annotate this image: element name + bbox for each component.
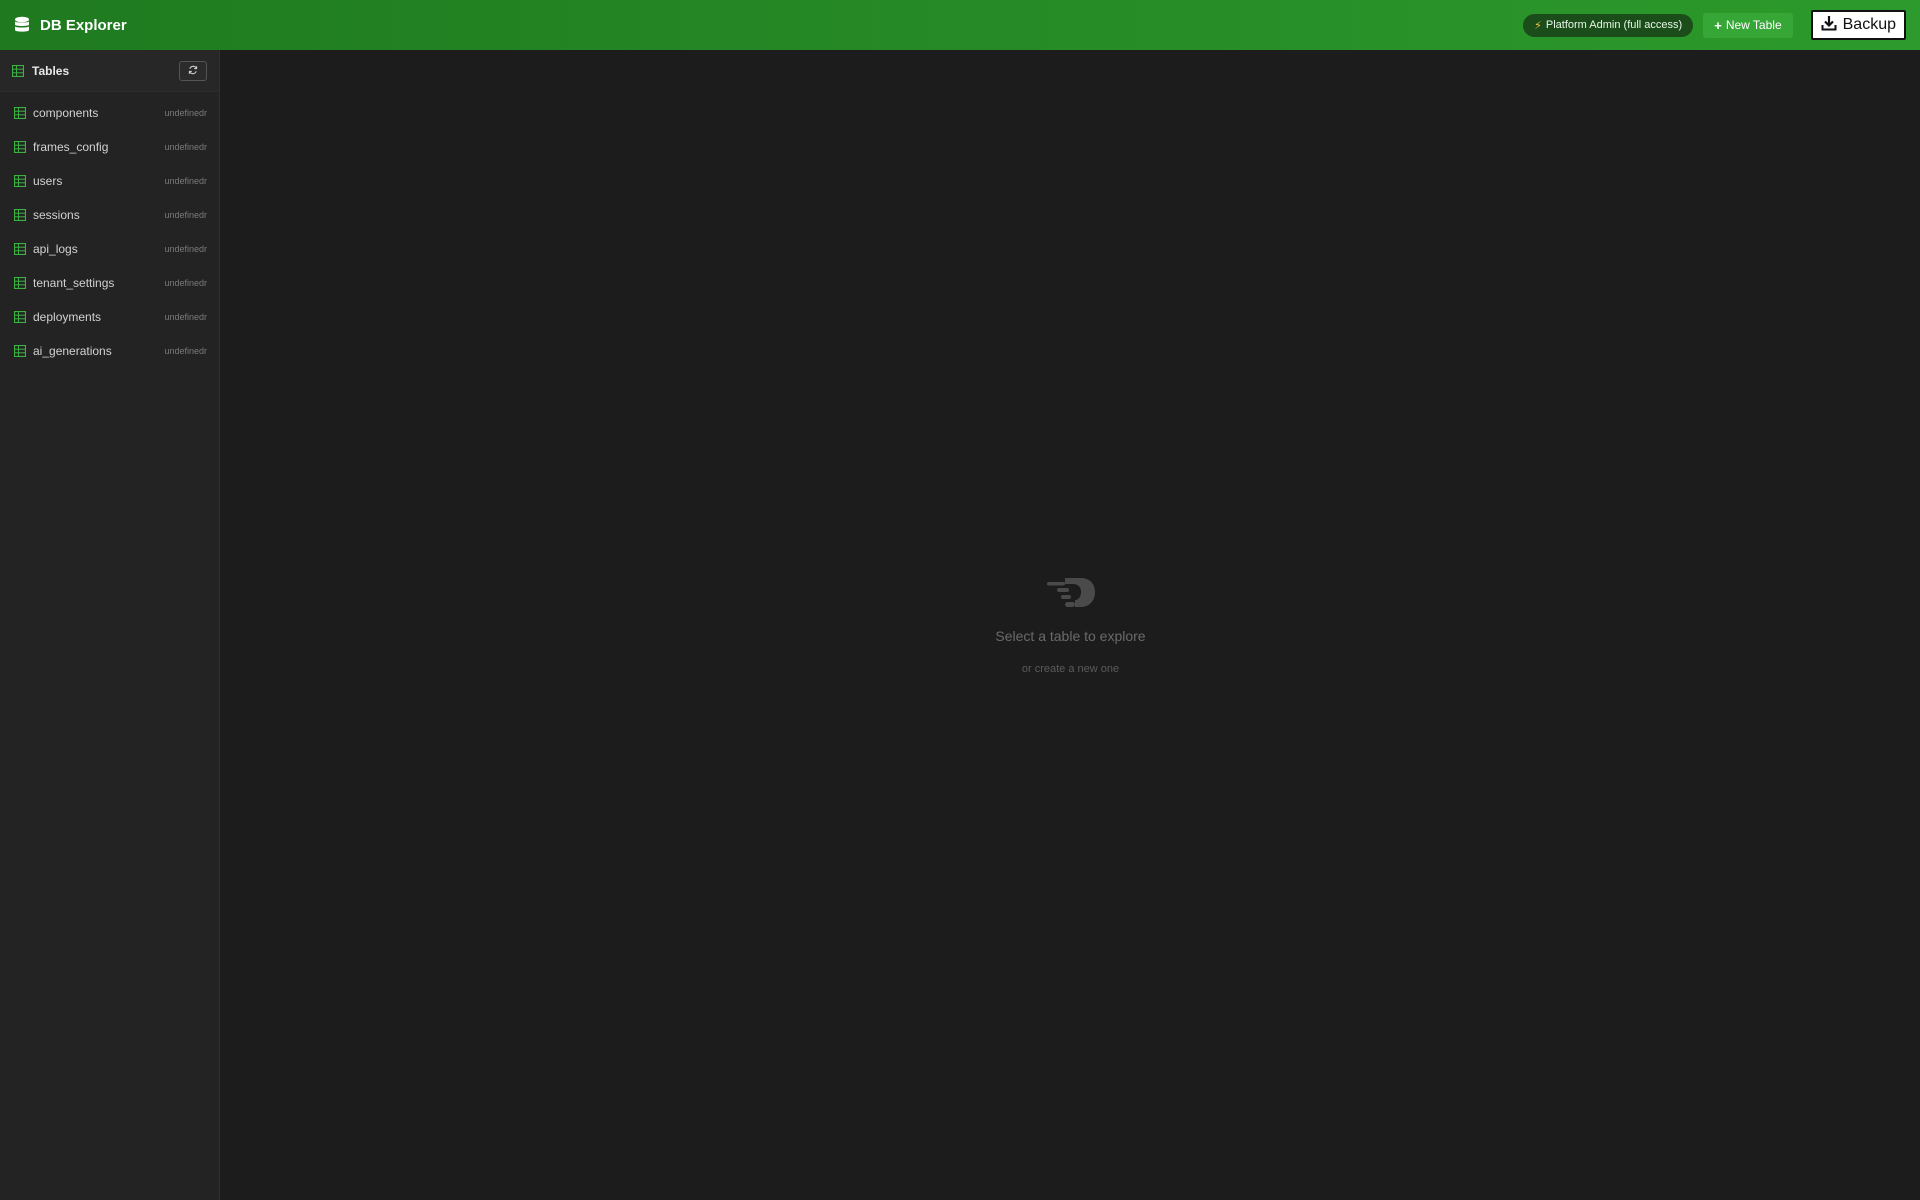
table-row-count: undefinedr xyxy=(164,176,207,186)
brand: DB Explorer xyxy=(14,16,127,34)
table-item-left: components xyxy=(14,106,98,120)
table-row-count: undefinedr xyxy=(164,108,207,118)
pointing-hand-icon xyxy=(1045,574,1097,614)
sidebar-item-ai-generations[interactable]: ai_generations undefinedr xyxy=(0,334,219,368)
table-item-left: deployments xyxy=(14,310,101,324)
sidebar-item-components[interactable]: components undefinedr xyxy=(0,96,219,130)
empty-state-subtitle: or create a new one xyxy=(1021,663,1120,675)
sidebar-item-deployments[interactable]: deployments undefinedr xyxy=(0,300,219,334)
table-item-left: frames_config xyxy=(14,140,108,154)
sidebar: Tables components undefinedr frames_config… xyxy=(0,50,220,1200)
table-name: deployments xyxy=(33,310,102,324)
table-name: frames_config xyxy=(33,140,109,154)
table-icon xyxy=(14,345,26,357)
table-name: tenant_settings xyxy=(33,276,115,290)
table-item-left: users xyxy=(14,174,62,188)
database-icon xyxy=(14,16,30,34)
backup-label: Backup xyxy=(1842,16,1896,33)
table-icon xyxy=(14,311,26,323)
table-row-count: undefinedr xyxy=(164,142,207,152)
table-item-left: api_logs xyxy=(14,242,78,256)
table-list: components undefinedr frames_config undefin… xyxy=(0,92,219,368)
table-name: api_logs xyxy=(33,242,78,256)
sidebar-header: Tables xyxy=(0,50,219,92)
sidebar-item-tenant-settings[interactable]: tenant_settings undefinedr xyxy=(0,266,219,300)
download-icon xyxy=(1821,15,1837,36)
table-row-count: undefinedr xyxy=(164,244,207,254)
lightning-icon: ⚡ xyxy=(1534,19,1542,32)
table-name: sessions xyxy=(33,208,80,222)
table-row-count: undefinedr xyxy=(164,278,207,288)
table-icon xyxy=(14,107,26,119)
empty-state-title: Select a table to explore xyxy=(995,628,1146,644)
sidebar-item-sessions[interactable]: sessions undefinedr xyxy=(0,198,219,232)
table-icon xyxy=(14,209,26,221)
sidebar-item-users[interactable]: users undefinedr xyxy=(0,164,219,198)
table-icon xyxy=(14,277,26,289)
top-actions: ⚡ Platform Admin (full access) + New Tab… xyxy=(1523,10,1906,40)
sidebar-item-api-logs[interactable]: api_logs undefinedr xyxy=(0,232,219,266)
app-title: DB Explorer xyxy=(40,16,127,34)
top-bar: DB Explorer ⚡ Platform Admin (full acces… xyxy=(0,0,1920,50)
table-icon xyxy=(14,141,26,153)
table-name: users xyxy=(33,174,63,188)
table-item-left: sessions xyxy=(14,208,80,222)
new-table-label: New Table xyxy=(1725,18,1782,32)
admin-badge: ⚡ Platform Admin (full access) xyxy=(1523,13,1694,37)
table-item-left: tenant_settings xyxy=(14,276,114,290)
sidebar-item-frames-config[interactable]: frames_config undefinedr xyxy=(0,130,219,164)
main-panel: Select a table to explore or create a ne… xyxy=(221,50,1920,1200)
plus-icon: + xyxy=(1714,17,1722,33)
sidebar-title: Tables xyxy=(32,63,70,78)
new-table-button[interactable]: + New Table xyxy=(1703,12,1793,38)
table-row-count: undefinedr xyxy=(164,210,207,220)
table-name: ai_generations xyxy=(33,344,112,358)
admin-badge-label: Platform Admin (full access) xyxy=(1545,19,1683,31)
table-row-count: undefinedr xyxy=(164,346,207,356)
table-row-count: undefinedr xyxy=(164,312,207,322)
sidebar-header-left: Tables xyxy=(12,64,69,78)
table-icon xyxy=(14,243,26,255)
refresh-button[interactable] xyxy=(179,60,207,81)
backup-button[interactable]: Backup xyxy=(1810,10,1906,40)
table-icon xyxy=(12,64,24,77)
empty-state: Select a table to explore or create a ne… xyxy=(221,574,1920,675)
refresh-icon xyxy=(188,63,198,78)
table-name: components xyxy=(33,106,99,120)
table-item-left: ai_generations xyxy=(14,344,112,358)
table-icon xyxy=(14,175,26,187)
